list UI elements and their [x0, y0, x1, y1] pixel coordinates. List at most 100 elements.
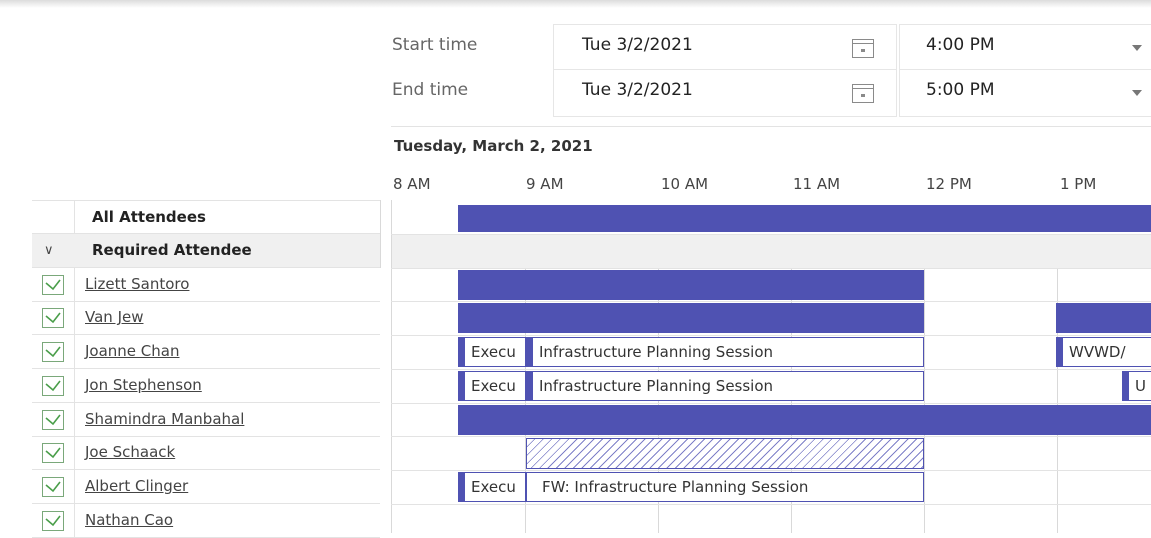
attendee-row: Lizett Santoro: [32, 268, 380, 302]
grid-line: [391, 335, 1151, 336]
event-title: Execu: [471, 478, 516, 496]
cell-separator: [74, 470, 75, 503]
end-date-value: Tue 3/2/2021: [582, 80, 693, 100]
attendee-name[interactable]: Albert Clinger: [85, 477, 188, 495]
checkbox[interactable]: [42, 376, 64, 396]
checkbox[interactable]: [42, 275, 64, 295]
attendee-name[interactable]: Van Jew: [85, 308, 143, 326]
event-stripe: [1123, 372, 1129, 400]
cell-separator: [74, 335, 75, 368]
checkbox[interactable]: [42, 342, 64, 362]
event-block[interactable]: Infrastructure Planning Session: [526, 337, 924, 367]
tentative-block: [526, 438, 924, 469]
event-stripe: [459, 473, 465, 501]
event-block[interactable]: FW: Infrastructure Planning Session: [526, 472, 924, 502]
event-title: Infrastructure Planning Session: [539, 343, 774, 361]
end-time-dropdown[interactable]: 5:00 PM: [899, 69, 1151, 117]
attendee-row: Shamindra Manbahal: [32, 403, 380, 437]
grid-line: [391, 268, 1151, 269]
hour-label: 11 AM: [793, 175, 841, 193]
event-block[interactable]: U: [1122, 371, 1151, 401]
list-divider: [380, 200, 381, 268]
grid-line: [391, 403, 1151, 404]
attendee-name[interactable]: Lizett Santoro: [85, 275, 189, 293]
event-block[interactable]: Infrastructure Planning Session: [526, 371, 924, 401]
busy-block: [1056, 303, 1151, 333]
chevron-down-icon[interactable]: [1132, 45, 1142, 51]
required-attendee-label: Required Attendee: [92, 241, 252, 259]
cell-separator: [74, 504, 75, 537]
hour-label: 1 PM: [1060, 175, 1097, 193]
busy-block: [458, 270, 924, 300]
all-attendees-label: All Attendees: [92, 208, 206, 226]
busy-block: [458, 303, 924, 333]
chevron-down-icon[interactable]: [1132, 90, 1142, 96]
attendee-name[interactable]: Nathan Cao: [85, 511, 173, 529]
start-date-field[interactable]: Tue 3/2/2021: [553, 24, 897, 72]
event-stripe: [1057, 338, 1063, 366]
event-title: Execu: [471, 343, 516, 361]
event-title: Infrastructure Planning Session: [539, 377, 774, 395]
attendee-row: Jon Stephenson: [32, 369, 380, 403]
hour-label: 8 AM: [393, 175, 431, 193]
checkbox[interactable]: [42, 511, 64, 531]
event-stripe: [527, 372, 533, 400]
event-stripe: [459, 338, 465, 366]
required-attendee-band: [391, 234, 1151, 268]
event-title: U: [1135, 377, 1146, 395]
grid-line: [391, 234, 1151, 235]
end-date-field[interactable]: Tue 3/2/2021: [553, 69, 897, 117]
cell-separator: [74, 436, 75, 469]
cell-separator: [74, 369, 75, 402]
hour-label: 10 AM: [661, 175, 709, 193]
event-block[interactable]: Execu: [458, 371, 526, 401]
event-block[interactable]: Execu: [458, 472, 526, 502]
event-block[interactable]: WVWD/: [1056, 337, 1151, 367]
attendee-name[interactable]: Joanne Chan: [85, 342, 179, 360]
calendar-icon[interactable]: [852, 39, 874, 58]
grid-line: [924, 268, 925, 533]
end-time-label: End time: [392, 80, 469, 100]
end-time-value: 5:00 PM: [926, 80, 995, 100]
grid-line: [391, 504, 1151, 505]
event-block[interactable]: Execu: [458, 337, 526, 367]
attendee-name[interactable]: Joe Schaack: [85, 443, 175, 461]
all-attendees-row: All Attendees: [32, 200, 380, 234]
grid-line: [391, 369, 1151, 370]
hour-label: 12 PM: [926, 175, 972, 193]
top-shadow: [0, 0, 1151, 8]
busy-block: [458, 205, 1151, 232]
start-time-dropdown[interactable]: 4:00 PM: [899, 24, 1151, 72]
checkbox[interactable]: [42, 410, 64, 430]
attendee-name[interactable]: Shamindra Manbahal: [85, 410, 244, 428]
calendar-icon[interactable]: [852, 84, 874, 103]
attendee-row: Van Jew: [32, 301, 380, 335]
event-title: FW: Infrastructure Planning Session: [542, 478, 809, 496]
day-header: Tuesday, March 2, 2021: [394, 137, 593, 155]
hour-label: 9 AM: [526, 175, 564, 193]
grid-line: [391, 436, 1151, 437]
attendee-row: Joanne Chan: [32, 335, 380, 369]
event-title: WVWD/: [1069, 343, 1126, 361]
attendee-name[interactable]: Jon Stephenson: [85, 376, 202, 394]
grid-line: [391, 470, 1151, 471]
chevron-down-icon[interactable]: ∨: [44, 243, 54, 258]
cell-separator: [74, 268, 75, 301]
attendee-row: Albert Clinger: [32, 470, 380, 504]
start-date-value: Tue 3/2/2021: [582, 35, 693, 55]
cell-separator: [74, 403, 75, 436]
cell-separator: [74, 301, 75, 334]
schedule-top-divider: [391, 126, 1151, 127]
event-stripe: [527, 338, 533, 366]
checkbox[interactable]: [42, 443, 64, 463]
attendee-row: Joe Schaack: [32, 436, 380, 470]
checkbox[interactable]: [42, 308, 64, 328]
grid-line: [391, 301, 1151, 302]
busy-block: [458, 405, 1151, 435]
start-time-value: 4:00 PM: [926, 35, 995, 55]
event-title: Execu: [471, 377, 516, 395]
start-time-label: Start time: [392, 35, 478, 55]
checkbox[interactable]: [42, 477, 64, 497]
required-attendee-group[interactable]: ∨ Required Attendee: [32, 234, 380, 268]
attendee-list: All Attendees ∨ Required Attendee Lizett…: [32, 200, 380, 538]
